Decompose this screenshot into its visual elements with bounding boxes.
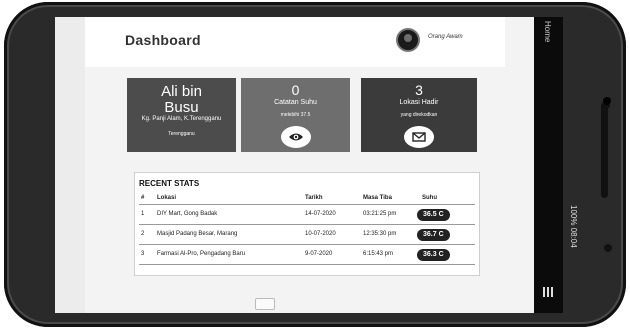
bottom-tab-handle[interactable] — [255, 298, 275, 310]
dashboard-page: Dashboard Orang Awam Ali bin Busu Kg. Pa… — [85, 17, 534, 313]
row-location: DIY Mart, Gong Badak — [157, 211, 218, 217]
row-no: 1 — [141, 211, 145, 217]
page-title: Dashboard — [125, 32, 201, 48]
temperature-badge: 36.3 C — [417, 249, 450, 261]
row-time: 6:15:43 pm — [363, 251, 394, 257]
row-location: Masjid Padang Besar, Marang — [157, 231, 238, 237]
profile-card: Ali bin Busu Kg. Panji Alam, K.Terenggan… — [127, 78, 236, 152]
temperature-count: 0 — [291, 82, 300, 98]
phone-sensor — [603, 97, 611, 105]
col-header-temp: Suhu — [422, 195, 437, 201]
row-divider — [139, 224, 475, 225]
view-temperature-button[interactable] — [280, 126, 311, 148]
stats-title: RECENT STATS — [139, 179, 200, 188]
header-divider — [139, 204, 475, 205]
row-date: 10-07-2020 — [305, 231, 336, 237]
row-date: 9-07-2020 — [305, 251, 333, 257]
table-row[interactable]: 1 DIY Mart, Gong Badak 14-07-2020 03:21:… — [135, 206, 479, 224]
location-card: 3 Lokasi Hadir yang direkodkan — [361, 78, 477, 152]
table-row[interactable]: 3 Farmasi Al-Pro, Pengadang Baru 9-07-20… — [135, 246, 479, 264]
avatar[interactable] — [396, 28, 420, 52]
row-no: 3 — [141, 251, 145, 257]
nav-home-label[interactable]: Home — [543, 21, 552, 42]
row-date: 14-07-2020 — [305, 211, 336, 217]
row-location: Farmasi Al-Pro, Pengadang Baru — [157, 251, 246, 257]
col-header-time: Masa Tiba — [363, 195, 392, 201]
col-header-date: Tarikh — [305, 195, 323, 201]
temperature-badge: 36.7 C — [417, 229, 450, 241]
app-screen: Dashboard Orang Awam Ali bin Busu Kg. Pa… — [55, 17, 534, 313]
row-time: 12:35:30 pm — [363, 231, 397, 237]
row-divider — [139, 244, 475, 245]
phone-sensor-2 — [604, 244, 612, 252]
phone-speaker — [601, 102, 608, 198]
eye-icon — [288, 133, 303, 141]
envelope-icon — [412, 132, 426, 142]
status-bar-text: 100% 08:04 — [569, 205, 578, 248]
android-nav-bar: Home — [534, 17, 563, 313]
profile-name-line1: Ali bin — [161, 83, 202, 100]
top-bar: Dashboard Orang Awam — [85, 17, 505, 67]
view-locations-button[interactable] — [404, 126, 434, 148]
temperature-badge: 36.5 C — [417, 209, 450, 221]
temperature-card: 0 Catatan Suhu melebihi 37.5 — [241, 78, 350, 152]
row-divider — [139, 264, 475, 265]
profile-address: Kg. Panji Alam, K.Terengganu — [141, 116, 222, 122]
row-time: 03:21:25 pm — [363, 211, 397, 217]
col-header-location: Lokasi — [157, 195, 177, 201]
location-label: Lokasi Hadir — [399, 99, 439, 106]
profile-name-line2: Busu — [164, 99, 199, 116]
location-sub: yang direkodkan — [400, 112, 438, 118]
user-name[interactable]: Orang Awam — [428, 34, 463, 40]
col-header-no: # — [141, 195, 145, 201]
row-no: 2 — [141, 231, 145, 237]
location-count: 3 — [415, 82, 423, 98]
profile-name: Ali bin Busu — [127, 84, 236, 116]
temperature-label: Catatan Suhu — [274, 99, 317, 106]
temperature-sub: melebihi 37.5 — [280, 112, 311, 118]
menu-icon[interactable] — [543, 287, 553, 297]
profile-state: Terengganu — [168, 131, 195, 137]
table-row[interactable]: 2 Masjid Padang Besar, Marang 10-07-2020… — [135, 226, 479, 244]
recent-stats-panel: RECENT STATS # Lokasi Tarikh Masa Tiba S… — [134, 172, 480, 276]
